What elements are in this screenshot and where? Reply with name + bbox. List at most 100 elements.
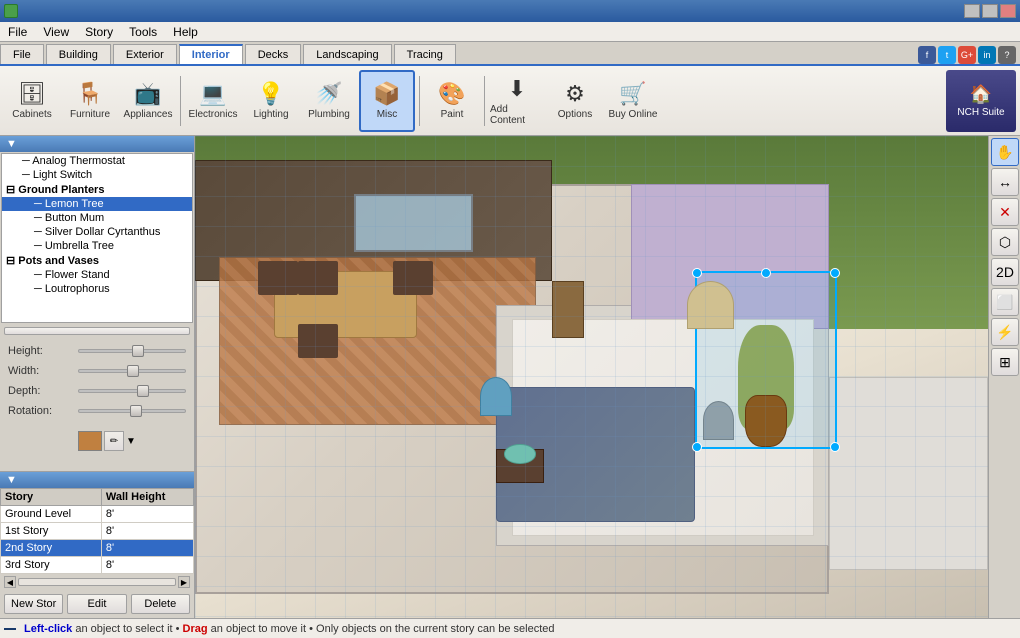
- minimize-button[interactable]: [964, 4, 980, 18]
- tree-node-icon: ─: [22, 155, 32, 167]
- room-tool[interactable]: ⬜: [991, 288, 1019, 316]
- tool-btn-furniture[interactable]: 🪑Furniture: [62, 70, 118, 132]
- material-swatch[interactable]: [78, 431, 102, 451]
- story-row[interactable]: 3rd Story8': [1, 557, 194, 574]
- window-controls[interactable]: [964, 4, 1016, 18]
- prop-slider-depth[interactable]: [78, 383, 186, 399]
- tree-item-button-mum[interactable]: ─ Button Mum: [2, 211, 192, 225]
- story-row[interactable]: Ground Level8': [1, 506, 194, 523]
- tree-node-icon: ─: [34, 269, 45, 281]
- prop-slider-height[interactable]: [78, 343, 186, 359]
- slider-thumb[interactable]: [130, 405, 142, 417]
- social-btn-2[interactable]: G+: [958, 46, 976, 64]
- tab-building[interactable]: Building: [46, 44, 111, 64]
- story-row[interactable]: 2nd Story8': [1, 540, 194, 557]
- menu-item-help[interactable]: Help: [165, 22, 206, 41]
- bedside-lamp: [504, 444, 536, 463]
- rotate-tool[interactable]: ↔: [991, 168, 1019, 196]
- 3d-canvas[interactable]: [195, 136, 988, 618]
- pan-tool[interactable]: ✋: [991, 138, 1019, 166]
- scroll-track[interactable]: [18, 578, 176, 586]
- tab-tracing[interactable]: Tracing: [394, 44, 456, 64]
- social-btn-0[interactable]: f: [918, 46, 936, 64]
- tool-label: Paint: [441, 109, 464, 120]
- story-collapse-icon: ▼: [6, 474, 17, 486]
- new-story-button[interactable]: New Stor: [4, 594, 63, 614]
- menu-item-view[interactable]: View: [35, 22, 77, 41]
- story-row[interactable]: 1st Story8': [1, 523, 194, 540]
- tree-item-loutrophorus[interactable]: ─ Loutrophorus: [2, 282, 192, 296]
- tool-btn-appliances[interactable]: 📺Appliances: [120, 70, 176, 132]
- menu-item-story[interactable]: Story: [77, 22, 121, 41]
- selection-handle-top[interactable]: [761, 268, 771, 278]
- prop-row-height: Height:: [8, 343, 186, 359]
- tree-node-icon: ─: [34, 226, 45, 238]
- selection-handle-bottom-left[interactable]: [692, 442, 702, 452]
- tree-node-icon: ─: [34, 283, 45, 295]
- social-btn-3[interactable]: in: [978, 46, 996, 64]
- tab-interior[interactable]: Interior: [179, 44, 243, 64]
- prop-slider-rotation[interactable]: [78, 403, 186, 419]
- tool-btn-cabinets[interactable]: 🗄Cabinets: [4, 70, 60, 132]
- tree-item-flower-stand[interactable]: ─ Flower Stand: [2, 268, 192, 282]
- electric-tool[interactable]: ⚡: [991, 318, 1019, 346]
- story-col-header: Story: [1, 489, 102, 506]
- tree-item-umbrella-tree[interactable]: ─ Umbrella Tree: [2, 239, 192, 253]
- menu-item-tools[interactable]: Tools: [121, 22, 165, 41]
- get-more-content-button[interactable]: [4, 327, 190, 335]
- prop-slider-width[interactable]: [78, 363, 186, 379]
- tab-decks[interactable]: Decks: [245, 44, 302, 64]
- tool-btn-misc[interactable]: 📦Misc: [359, 70, 415, 132]
- tool-btn-paint[interactable]: 🎨 Paint: [424, 70, 480, 132]
- slider-thumb[interactable]: [137, 385, 149, 397]
- tree-item-lemon-tree[interactable]: ─ Lemon Tree: [2, 197, 192, 211]
- nch-suite-button[interactable]: 🏠NCH Suite: [946, 70, 1016, 132]
- grid-tool[interactable]: ⊞: [991, 348, 1019, 376]
- tree-item-silver-dollar[interactable]: ─ Silver Dollar Cyrtanthus: [2, 225, 192, 239]
- tool-label: Lighting: [253, 109, 288, 120]
- tool-btn-buy-online[interactable]: 🛒Buy Online: [605, 70, 661, 132]
- close-button[interactable]: [1000, 4, 1016, 18]
- tab-exterior[interactable]: Exterior: [113, 44, 177, 64]
- maximize-button[interactable]: [982, 4, 998, 18]
- story-section-header[interactable]: ▼: [0, 472, 194, 488]
- tool-btn-add-content[interactable]: ⬇Add Content: [489, 70, 545, 132]
- menubar: FileViewStoryToolsHelp: [0, 22, 1020, 42]
- selection-handle-top-left[interactable]: [692, 268, 702, 278]
- tree-view[interactable]: ─ Analog Thermostat─ Light Switch⊟ Groun…: [1, 153, 193, 323]
- tree-item-pots-vases[interactable]: ⊟ Pots and Vases: [2, 253, 192, 268]
- material-arrow[interactable]: ▼: [126, 436, 136, 447]
- tab-landscaping[interactable]: Landscaping: [303, 44, 391, 64]
- scroll-left[interactable]: ◀: [4, 576, 16, 588]
- tab-file[interactable]: File: [0, 44, 44, 64]
- slider-track: [78, 349, 186, 353]
- wall-height-cell: 8': [101, 557, 193, 574]
- tool-btn-plumbing[interactable]: 🚿Plumbing: [301, 70, 357, 132]
- social-btn-4[interactable]: ?: [998, 46, 1016, 64]
- tool-icon-paint: 🎨: [438, 81, 465, 107]
- tool-btn-lighting[interactable]: 💡Lighting: [243, 70, 299, 132]
- tool-btn-options[interactable]: ⚙Options: [547, 70, 603, 132]
- titlebar: [0, 0, 1020, 22]
- edit-story-button[interactable]: Edit: [67, 594, 126, 614]
- delete-tool[interactable]: ✕: [991, 198, 1019, 226]
- tree-item-light-switch[interactable]: ─ Light Switch: [2, 168, 192, 182]
- tool-btn-electronics[interactable]: 💻Electronics: [185, 70, 241, 132]
- tree-item-analog-thermostat[interactable]: ─ Analog Thermostat: [2, 154, 192, 168]
- prop-row-rotation: Rotation:: [8, 403, 186, 419]
- collapse-icon[interactable]: ▼: [6, 138, 17, 150]
- tool-icon-plumbing: 🚿: [315, 81, 342, 107]
- material-edit-button[interactable]: ✏: [104, 431, 124, 451]
- tabbar: FileBuildingExteriorInteriorDecksLandsca…: [0, 42, 1020, 66]
- wall-height-cell: 8': [101, 523, 193, 540]
- social-btn-1[interactable]: t: [938, 46, 956, 64]
- slider-thumb[interactable]: [132, 345, 144, 357]
- tree-item-ground-planters[interactable]: ⊟ Ground Planters: [2, 182, 192, 197]
- tool-label: Misc: [377, 109, 398, 120]
- delete-story-button[interactable]: Delete: [131, 594, 190, 614]
- menu-item-file[interactable]: File: [0, 22, 35, 41]
- 2d-tool[interactable]: 2D: [991, 258, 1019, 286]
- slider-thumb[interactable]: [127, 365, 139, 377]
- terrain-tool[interactable]: ⬡: [991, 228, 1019, 256]
- scroll-right[interactable]: ▶: [178, 576, 190, 588]
